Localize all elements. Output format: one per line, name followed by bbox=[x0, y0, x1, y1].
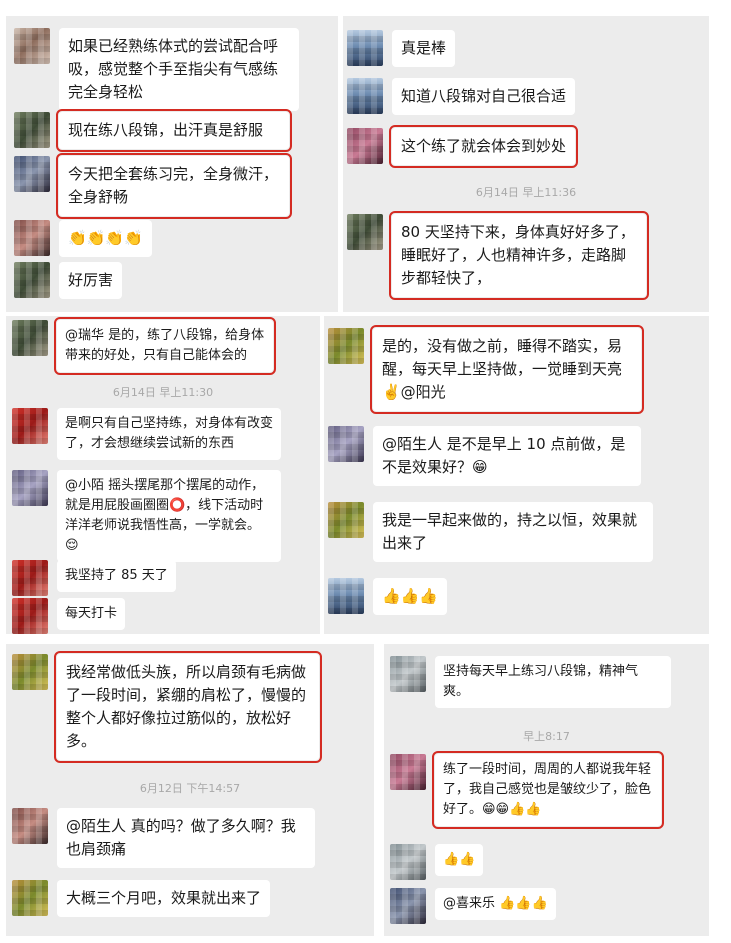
avatar[interactable] bbox=[12, 320, 48, 356]
message-bubble: 每天打卡 bbox=[57, 598, 126, 630]
message-bubble: 是的，没有做之前，睡得不踏实，易醒，每天早上坚持做，一觉睡到天亮✌️@阳光 bbox=[370, 325, 644, 414]
message-bubble: @陌生人 是不是早上 10 点前做，是不是效果好？😁 bbox=[373, 426, 641, 486]
avatar[interactable] bbox=[347, 78, 383, 114]
avatar[interactable] bbox=[390, 754, 426, 790]
clap-emoji-text: 👏👏👏👏 bbox=[68, 229, 143, 247]
message-text: 知道八段锦对自己很合适 bbox=[401, 87, 567, 105]
message-text: @瑞华 是的，练了八段锦，给身体带来的好处，只有自己能体会的 bbox=[65, 328, 265, 363]
message-text: 80 天坚持下来，身体真好好多了，睡眠好了，人也精神许多，走路脚步都轻快了， bbox=[401, 223, 635, 287]
chat-panel-5: 我经常做低头族，所以肩颈有毛病做了一段时间，紧绷的肩松了，慢慢的整个人都好像拉过… bbox=[6, 644, 374, 936]
avatar[interactable] bbox=[347, 30, 383, 66]
message-text: 我经常做低头族，所以肩颈有毛病做了一段时间，紧绷的肩松了，慢慢的整个人都好像拉过… bbox=[66, 663, 307, 750]
message-bubble: 80 天坚持下来，身体真好好多了，睡眠好了，人也精神许多，走路脚步都轻快了， bbox=[389, 211, 649, 300]
avatar[interactable] bbox=[14, 28, 50, 64]
avatar[interactable] bbox=[347, 128, 383, 164]
message-text: 好厉害 bbox=[68, 271, 114, 289]
thumbs-up-emoji-text: 👍👍 bbox=[443, 852, 476, 867]
thumbs-up-emoji-text: 👍👍👍 bbox=[382, 587, 439, 605]
message-bubble: 是啊只有自己坚持练，对身体有改变了，才会想继续尝试新的东西 bbox=[57, 408, 281, 460]
message-text: 真是棒 bbox=[401, 39, 447, 57]
avatar[interactable] bbox=[12, 408, 48, 444]
message-bubble: 我经常做低头族，所以肩颈有毛病做了一段时间，紧绷的肩松了，慢慢的整个人都好像拉过… bbox=[54, 651, 322, 763]
message-bubble: @喜来乐 👍👍👍 bbox=[435, 888, 556, 920]
avatar[interactable] bbox=[14, 220, 50, 256]
timestamp: 6月14日 早上11:30 bbox=[112, 386, 214, 399]
message-text: 练了一段时间，周周的人都说我年轻了，我自己感觉也是皱纹少了，脸色好了。😁😁👍👍 bbox=[443, 762, 652, 817]
chat-panel-4: 是的，没有做之前，睡得不踏实，易醒，每天早上坚持做，一觉睡到天亮✌️@阳光 @陌… bbox=[324, 316, 709, 634]
message-bubble: 我坚持了 85 天了 bbox=[57, 560, 176, 592]
avatar[interactable] bbox=[14, 112, 50, 148]
message-text: 是的，没有做之前，睡得不踏实，易醒，每天早上坚持做，一觉睡到天亮✌️@阳光 bbox=[382, 337, 623, 401]
message-bubble: 如果已经熟练体式的尝试配合呼吸，感觉整个手至指尖有气感练完全身轻松 bbox=[59, 28, 299, 111]
message-bubble: 知道八段锦对自己很合适 bbox=[392, 78, 576, 115]
message-bubble: @陌生人 真的吗？做了多久啊？我也肩颈痛 bbox=[57, 808, 315, 868]
avatar[interactable] bbox=[328, 578, 364, 614]
message-bubble: 今天把全套练习完，全身微汗，全身舒畅 bbox=[56, 153, 292, 219]
timestamp: 6月14日 早上11:36 bbox=[475, 186, 577, 199]
avatar[interactable] bbox=[328, 502, 364, 538]
avatar[interactable] bbox=[390, 656, 426, 692]
avatar[interactable] bbox=[328, 426, 364, 462]
timestamp: 早上8:17 bbox=[523, 730, 570, 743]
message-text: 现在练八段锦，出汗真是舒服 bbox=[68, 121, 264, 139]
message-bubble: 真是棒 bbox=[392, 30, 456, 67]
message-text: 如果已经熟练体式的尝试配合呼吸，感觉整个手至指尖有气感练完全身轻松 bbox=[68, 37, 279, 101]
avatar[interactable] bbox=[12, 598, 48, 634]
message-bubble: @小陌 摇头摆尾那个摆尾的动作，就是用屁股画圈圈⭕，线下活动时洋洋老师说我悟性高… bbox=[57, 470, 281, 562]
message-text: 我坚持了 85 天了 bbox=[65, 568, 168, 583]
chat-panel-2: 真是棒 知道八段锦对自己很合适 这个练了就会体会到妙处 6月14日 早上11:3… bbox=[343, 16, 709, 312]
message-text: @陌生人 是不是早上 10 点前做，是不是效果好？😁 bbox=[382, 435, 626, 476]
message-bubble: 练了一段时间，周周的人都说我年轻了，我自己感觉也是皱纹少了，脸色好了。😁😁👍👍 bbox=[432, 751, 664, 829]
timestamp: 6月12日 下午14:57 bbox=[139, 782, 241, 795]
message-text: 每天打卡 bbox=[65, 606, 118, 621]
avatar[interactable] bbox=[12, 808, 48, 844]
message-text: @喜来乐 👍👍👍 bbox=[443, 896, 548, 911]
avatar[interactable] bbox=[390, 844, 426, 880]
message-bubble: 👍👍👍 bbox=[373, 578, 448, 615]
avatar[interactable] bbox=[14, 156, 50, 192]
avatar[interactable] bbox=[14, 262, 50, 298]
message-bubble: @瑞华 是的，练了八段锦，给身体带来的好处，只有自己能体会的 bbox=[54, 317, 276, 375]
message-text: @小陌 摇头摆尾那个摆尾的动作，就是用屁股画圈圈⭕，线下活动时洋洋老师说我悟性高… bbox=[65, 478, 265, 553]
message-text: 坚持每天早上练习八段锦，精神气爽。 bbox=[443, 664, 639, 699]
message-text: 我是一早起来做的，持之以恒，效果就出来了 bbox=[382, 511, 638, 552]
avatar[interactable] bbox=[12, 880, 48, 916]
message-text: 今天把全套练习完，全身微汗，全身舒畅 bbox=[68, 165, 279, 206]
message-bubble: 我是一早起来做的，持之以恒，效果就出来了 bbox=[373, 502, 653, 562]
message-bubble: 👍👍 bbox=[435, 844, 484, 876]
avatar[interactable] bbox=[12, 470, 48, 506]
avatar[interactable] bbox=[12, 560, 48, 596]
message-bubble: 👏👏👏👏 bbox=[59, 220, 152, 257]
avatar[interactable] bbox=[328, 328, 364, 364]
message-bubble: 这个练了就会体会到妙处 bbox=[388, 125, 579, 168]
avatar[interactable] bbox=[12, 654, 48, 690]
chat-panel-3: @瑞华 是的，练了八段锦，给身体带来的好处，只有自己能体会的 6月14日 早上1… bbox=[6, 316, 320, 634]
message-bubble: 坚持每天早上练习八段锦，精神气爽。 bbox=[435, 656, 671, 708]
avatar[interactable] bbox=[347, 214, 383, 250]
message-text: @陌生人 真的吗？做了多久啊？我也肩颈痛 bbox=[66, 817, 296, 858]
message-bubble: 大概三个月吧，效果就出来了 bbox=[57, 880, 271, 917]
chat-panel-6: 坚持每天早上练习八段锦，精神气爽。 早上8:17 练了一段时间，周周的人都说我年… bbox=[384, 644, 709, 936]
avatar[interactable] bbox=[390, 888, 426, 924]
message-text: 这个练了就会体会到妙处 bbox=[401, 137, 567, 155]
message-bubble: 好厉害 bbox=[59, 262, 123, 299]
message-text: 大概三个月吧，效果就出来了 bbox=[66, 889, 262, 907]
chat-panel-1: 如果已经熟练体式的尝试配合呼吸，感觉整个手至指尖有气感练完全身轻松 现在练八段锦… bbox=[6, 16, 338, 312]
message-bubble: 现在练八段锦，出汗真是舒服 bbox=[56, 109, 292, 152]
message-text: 是啊只有自己坚持练，对身体有改变了，才会想继续尝试新的东西 bbox=[65, 416, 274, 451]
